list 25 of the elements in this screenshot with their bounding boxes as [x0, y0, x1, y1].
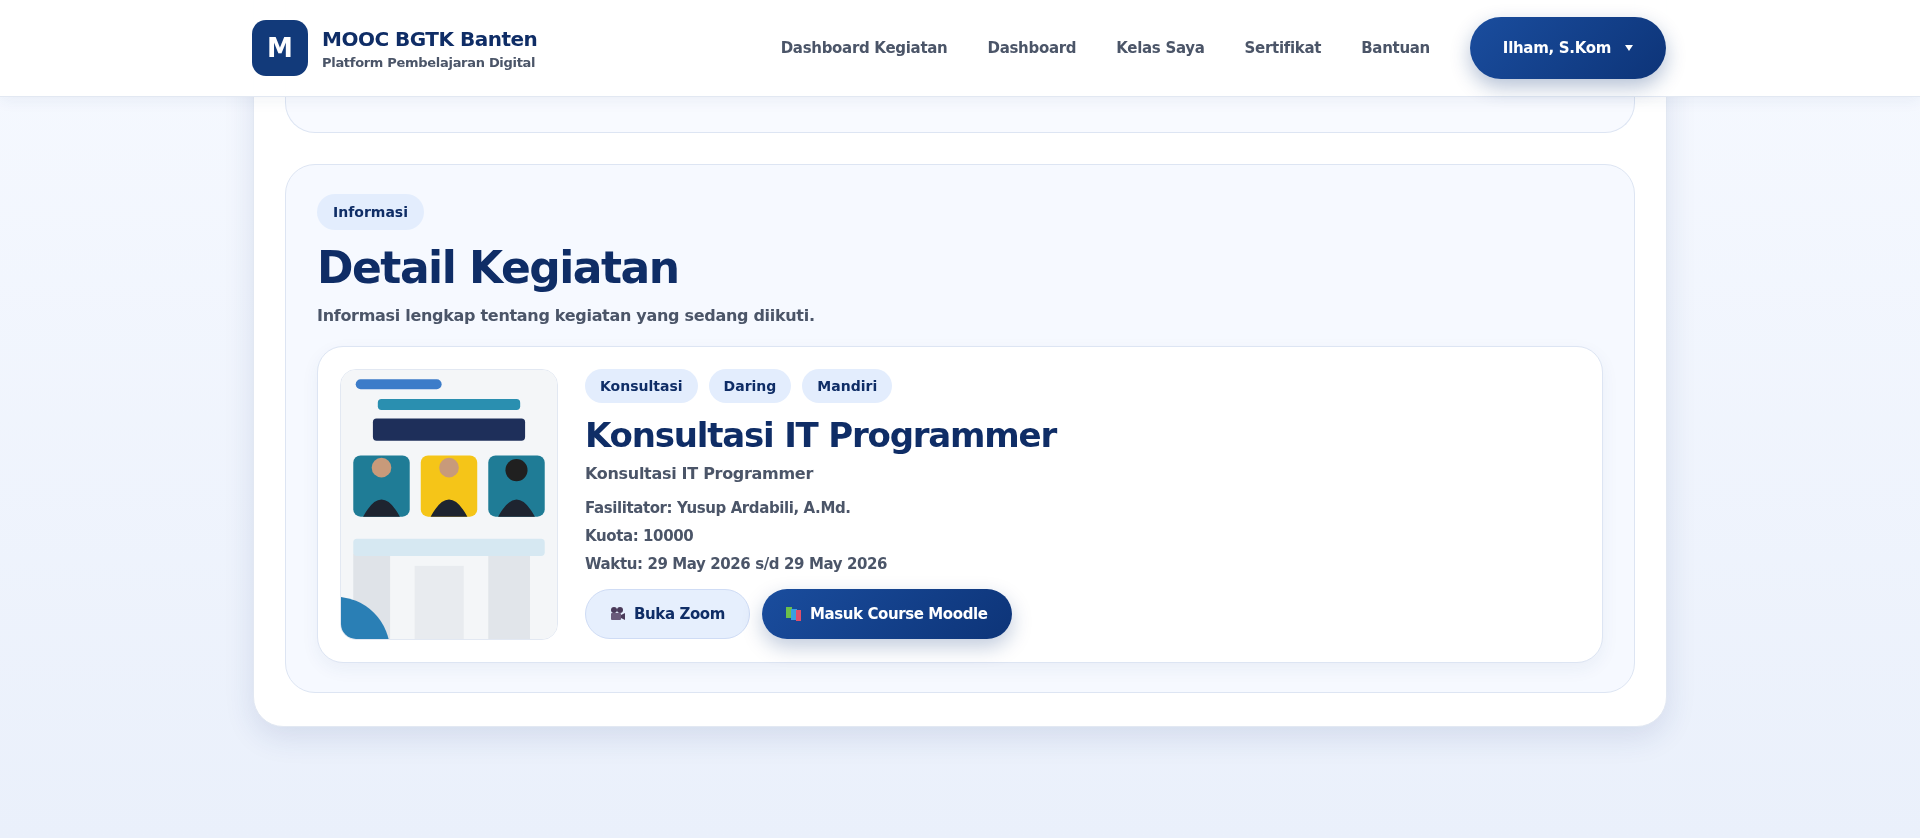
activity-detail: Waktu: 29 May 2026 s/d 29 May 2026: [585, 555, 888, 574]
nav-link[interactable]: Kelas Saya: [1116, 39, 1205, 57]
logo[interactable]: M: [252, 20, 308, 76]
section-badge: Informasi: [317, 194, 424, 230]
nav-link[interactable]: Dashboard: [987, 39, 1077, 57]
section-subtitle: Informasi lengkap tentang kegiatan yang sedang diikuti.: [317, 306, 816, 326]
category-tag: Mandiri: [802, 369, 893, 404]
nav-link[interactable]: Bantuan: [1361, 39, 1430, 57]
nav-link[interactable]: Dashboard Kegiatan: [780, 39, 948, 57]
activity-detail: Fasilitator: Yusup Ardabili, A.Md.: [585, 499, 851, 518]
video-camera-icon: [610, 607, 626, 622]
section-title: Detail Kegiatan: [317, 244, 680, 293]
category-tag: Daring: [708, 369, 792, 404]
activity-description: Konsultasi IT Programmer: [585, 464, 813, 484]
category-tag: Konsultasi: [585, 369, 698, 404]
activity-detail: Kuota: 10000: [585, 527, 694, 546]
moodle-button[interactable]: Masuk Course Moodle: [761, 589, 1012, 640]
caret-icon: [1625, 45, 1634, 51]
user-menu-button[interactable]: Ilham, S.Kom: [1470, 17, 1666, 79]
brand-tagline: Platform Pembelajaran Digital: [322, 54, 537, 70]
zoom-button[interactable]: Buka Zoom: [585, 589, 750, 640]
books-icon: [785, 607, 802, 622]
brand-name: MOOC BGTK Banten: [322, 26, 538, 51]
activity-title: Konsultasi IT Programmer: [585, 415, 1056, 457]
nav-link[interactable]: Sertifikat: [1244, 39, 1322, 57]
